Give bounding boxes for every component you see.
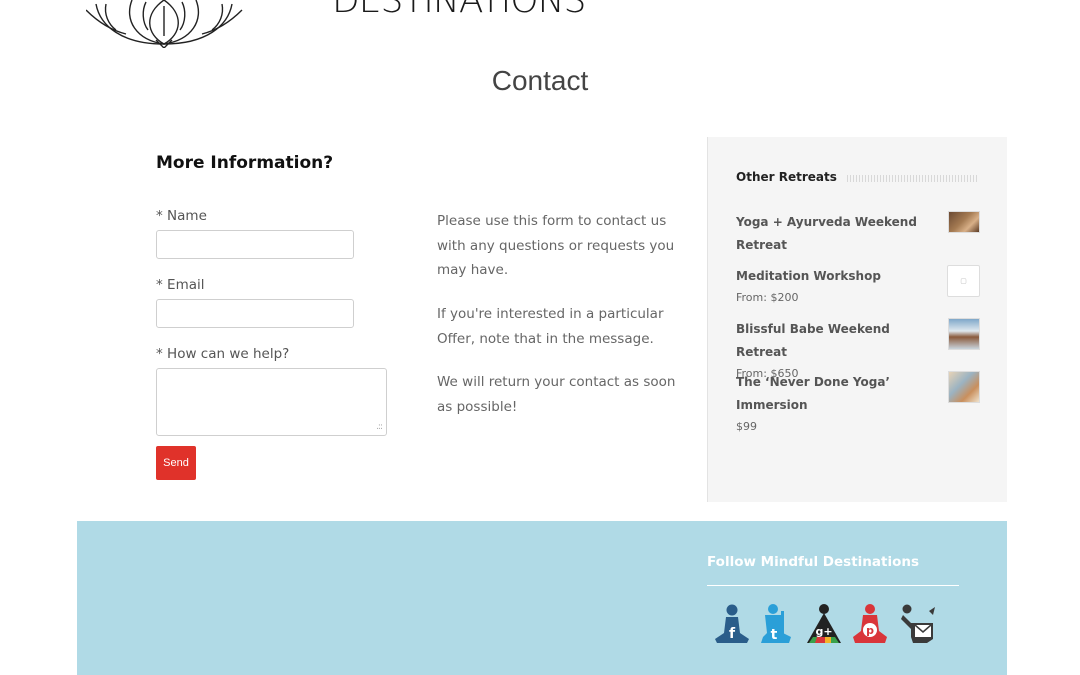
help-label: * How can we help? [156,346,290,362]
site-footer: Follow Mindful Destinations f t g+ p [77,521,1007,675]
facebook-icon[interactable]: f [713,603,751,645]
twitter-icon[interactable]: t [759,603,797,645]
retreat-name[interactable]: The ‘Never Done Yoga’ Immersion [736,371,936,417]
image-placeholder-icon[interactable]: ▢ [947,265,980,297]
email-label: * Email [156,277,205,293]
info-paragraph: We will return your contact as soon as p… [437,374,676,415]
form-heading: More Information? [156,153,334,173]
info-paragraph: If you're interested in a particular Off… [437,306,664,347]
google-plus-icon[interactable]: g+ [805,603,843,645]
retreat-price: $99 [736,420,757,433]
svg-text:t: t [771,627,778,643]
retreat-price: From: $200 [736,291,799,304]
retreat-thumbnail[interactable] [948,211,980,233]
retreat-item[interactable]: The ‘Never Done Yoga’ Immersion $99 [736,371,980,437]
retreat-name[interactable]: Yoga + Ayurveda Weekend Retreat [736,211,936,257]
follow-title: Follow Mindful Destinations [707,554,919,570]
sidebar-title: Other Retreats [736,170,837,184]
pinterest-icon[interactable]: p [851,603,889,645]
retreat-item[interactable]: Meditation Workshop From: $200 ▢ [736,265,980,308]
email-icon[interactable] [899,603,937,645]
page-title: Contact [491,65,589,96]
other-retreats-sidebar: Other Retreats Yoga + Ayurveda Weekend R… [707,137,1007,502]
retreat-item[interactable]: Yoga + Ayurveda Weekend Retreat [736,211,980,257]
retreat-name[interactable]: Meditation Workshop [736,265,936,288]
svg-text:g+: g+ [815,625,832,638]
retreat-thumbnail[interactable] [948,371,980,403]
retreat-name[interactable]: Blissful Babe Weekend Retreat [736,318,936,364]
email-field[interactable] [156,299,354,328]
message-textarea[interactable]: .:: [156,368,387,436]
name-field[interactable] [156,230,354,259]
svg-text:f: f [729,626,736,642]
name-label: * Name [156,208,207,224]
site-logo[interactable]: DESTINATIONS [86,0,586,50]
info-paragraph: Please use this form to contact us with … [437,213,675,278]
retreat-thumbnail[interactable] [948,318,980,350]
resize-grip-icon[interactable]: .:: [376,423,383,432]
svg-text:p: p [866,624,874,637]
logo-wordmark: DESTINATIONS [332,0,586,21]
sidebar-divider [847,175,979,182]
lotus-logo-icon [86,0,243,48]
send-button[interactable]: Send [156,446,196,480]
follow-divider [707,585,959,586]
